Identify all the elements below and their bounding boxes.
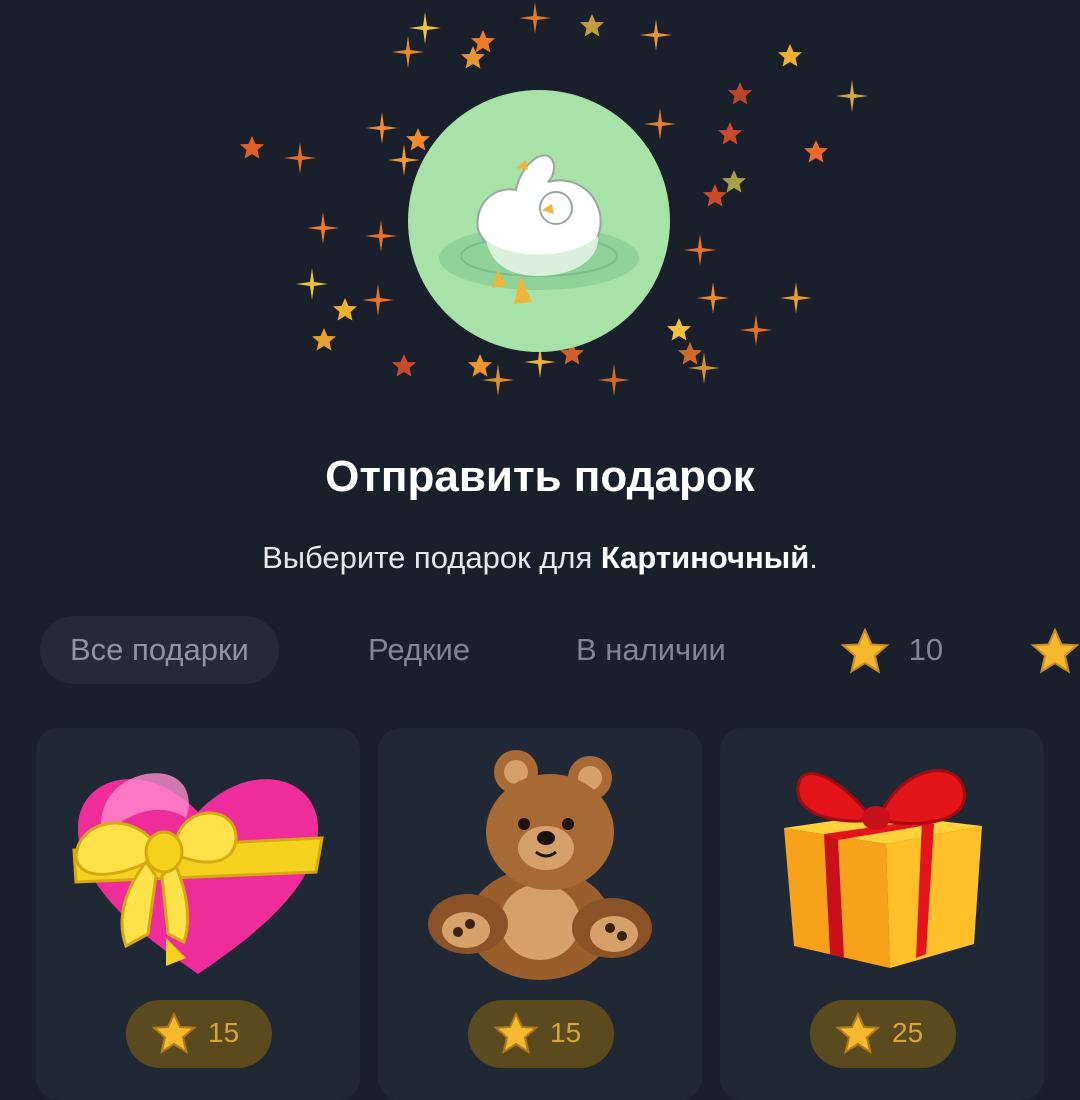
tab-next-partial[interactable]: [1030, 616, 1080, 684]
tab-price-10-label: 10: [908, 632, 944, 667]
duck-illustration: [439, 154, 639, 304]
heart-ribbon-icon: [72, 773, 324, 974]
gift-price-value: 15: [208, 1017, 240, 1048]
tab-in-stock-label: В наличии: [576, 632, 726, 667]
tab-rare[interactable]: Редкие: [368, 616, 470, 684]
teddy-bear-icon: [428, 750, 652, 980]
gift-filter-tabs: Все подарки Редкие В наличии 10: [40, 616, 1080, 686]
gift-price-badge: 15: [126, 1000, 272, 1068]
tab-all-gifts[interactable]: Все подарки: [40, 616, 279, 684]
star-icon: [152, 1012, 196, 1055]
subtitle-text: Выберите подарок для: [262, 540, 601, 575]
gift-price-badge: 15: [468, 1000, 614, 1068]
gift-card-teddy[interactable]: 15: [378, 728, 702, 1100]
subtitle-suffix: .: [809, 540, 818, 575]
page-title: Отправить подарок: [325, 452, 755, 501]
star-icon: [1030, 627, 1080, 674]
profile-hero: [0, 0, 1080, 420]
gift-box-icon: [784, 769, 982, 968]
tab-rare-label: Редкие: [368, 632, 471, 667]
recipient-avatar: [408, 90, 670, 352]
gift-price-value: 25: [892, 1017, 924, 1048]
gift-card-heart[interactable]: 15: [36, 728, 360, 1100]
gift-card-giftbox[interactable]: 25: [720, 728, 1044, 1100]
tab-price-10[interactable]: 10: [840, 616, 943, 684]
page-subtitle: Выберите подарок для Картиночный.: [0, 540, 1080, 576]
gift-price-value: 15: [550, 1017, 582, 1048]
star-icon: [494, 1012, 538, 1055]
tab-in-stock[interactable]: В наличии: [576, 616, 726, 684]
recipient-name: Картиночный: [600, 540, 810, 575]
tab-all-gifts-label: Все подарки: [70, 632, 249, 667]
star-icon: [836, 1012, 880, 1055]
star-icon: [840, 627, 890, 674]
gift-price-badge: 25: [810, 1000, 956, 1068]
